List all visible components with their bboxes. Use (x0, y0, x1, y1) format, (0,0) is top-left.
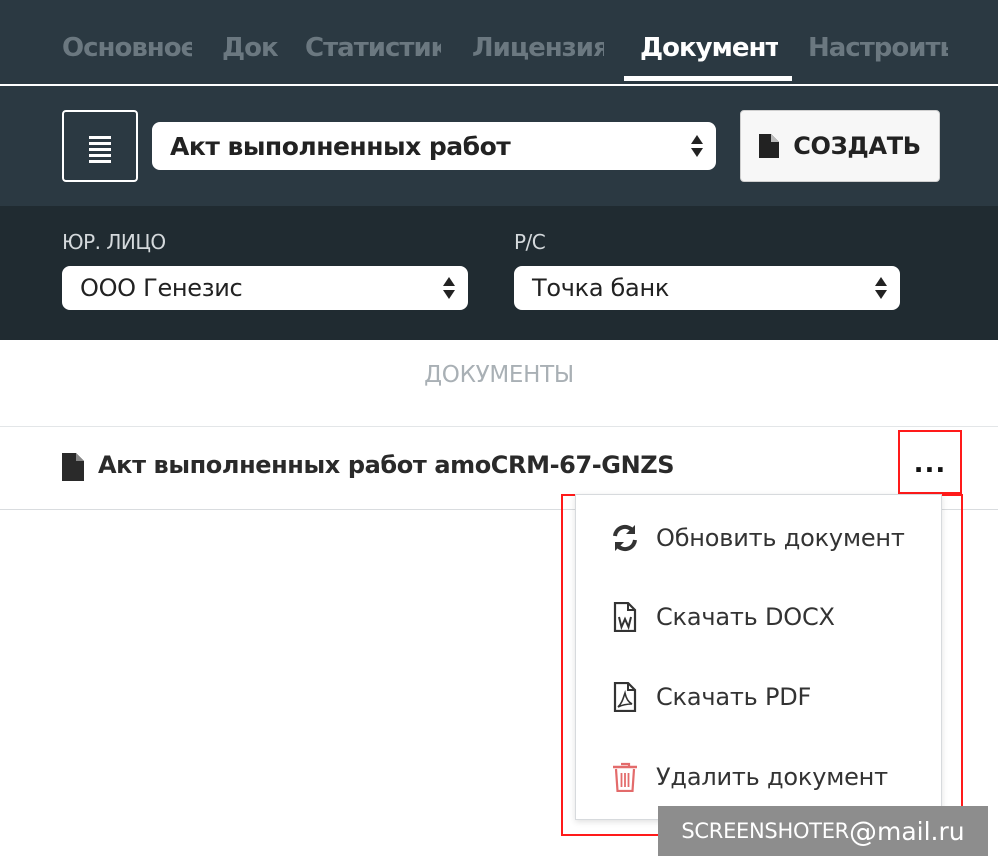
trash-icon (610, 762, 640, 792)
legal-entity-value: ООО Генезис (80, 274, 243, 302)
watermark-at: @ (848, 814, 877, 848)
documents-section-title: ДОКУМЕНТЫ (424, 362, 574, 388)
refresh-icon (610, 523, 640, 553)
tab-documents[interactable]: Документы (640, 28, 778, 68)
menu-item-label: Скачать PDF (656, 683, 812, 711)
more-options-button[interactable]: ... (898, 430, 962, 494)
account-label: Р/С (514, 230, 546, 254)
create-button[interactable]: СОЗДАТЬ (740, 110, 940, 182)
menu-item-download-docx[interactable]: Скачать DOCX (576, 587, 941, 647)
tab-settings[interactable]: Настроить (808, 28, 948, 68)
select-arrows-icon (691, 135, 703, 157)
template-select-value: Акт выполненных работ (170, 131, 511, 161)
document-actions-menu: Обновить документ Скачать DOCX Скачать P… (575, 494, 942, 820)
watermark-text: SCREENSHOTER (681, 819, 849, 843)
account-value: Точка банк (532, 274, 670, 302)
toolbar: Акт выполненных работ СОЗДАТЬ (0, 86, 998, 206)
list-icon (89, 136, 111, 166)
pdf-file-icon (610, 682, 640, 712)
file-icon (759, 134, 780, 158)
account-select[interactable]: Точка банк (514, 266, 900, 310)
legal-entity-label: ЮР. ЛИЦО (62, 230, 166, 254)
template-select[interactable]: Акт выполненных работ (152, 122, 716, 170)
filters-panel: ЮР. ЛИЦО Р/С ООО Генезис Точка банк (0, 206, 998, 340)
tab-main[interactable]: Основное (62, 28, 192, 68)
menu-item-download-pdf[interactable]: Скачать PDF (576, 667, 941, 727)
select-arrows-icon (443, 277, 455, 299)
active-tab-indicator (624, 76, 792, 81)
tab-statistics[interactable]: Статистика (305, 28, 441, 68)
list-menu-button[interactable] (62, 110, 138, 182)
tab-bar: Основное Док Статистика Лицензия Докумен… (0, 0, 998, 86)
tab-doc[interactable]: Док (222, 28, 278, 68)
watermark-domain: mail.ru (876, 816, 965, 846)
document-icon (62, 453, 84, 481)
document-name[interactable]: Акт выполненных работ amoCRM-67-GNZS (98, 451, 675, 479)
menu-item-label: Удалить документ (656, 763, 888, 791)
create-button-label: СОЗДАТЬ (793, 132, 921, 160)
menu-item-delete[interactable]: Удалить документ (576, 747, 941, 807)
menu-item-label: Обновить документ (656, 524, 905, 552)
docx-file-icon (610, 602, 640, 632)
screenshoter-watermark: SCREENSHOTER @ mail.ru (658, 806, 988, 856)
select-arrows-icon (875, 277, 887, 299)
menu-item-refresh[interactable]: Обновить документ (576, 508, 941, 568)
menu-item-label: Скачать DOCX (656, 603, 835, 631)
legal-entity-select[interactable]: ООО Генезис (62, 266, 468, 310)
tab-license[interactable]: Лицензия (472, 28, 604, 68)
